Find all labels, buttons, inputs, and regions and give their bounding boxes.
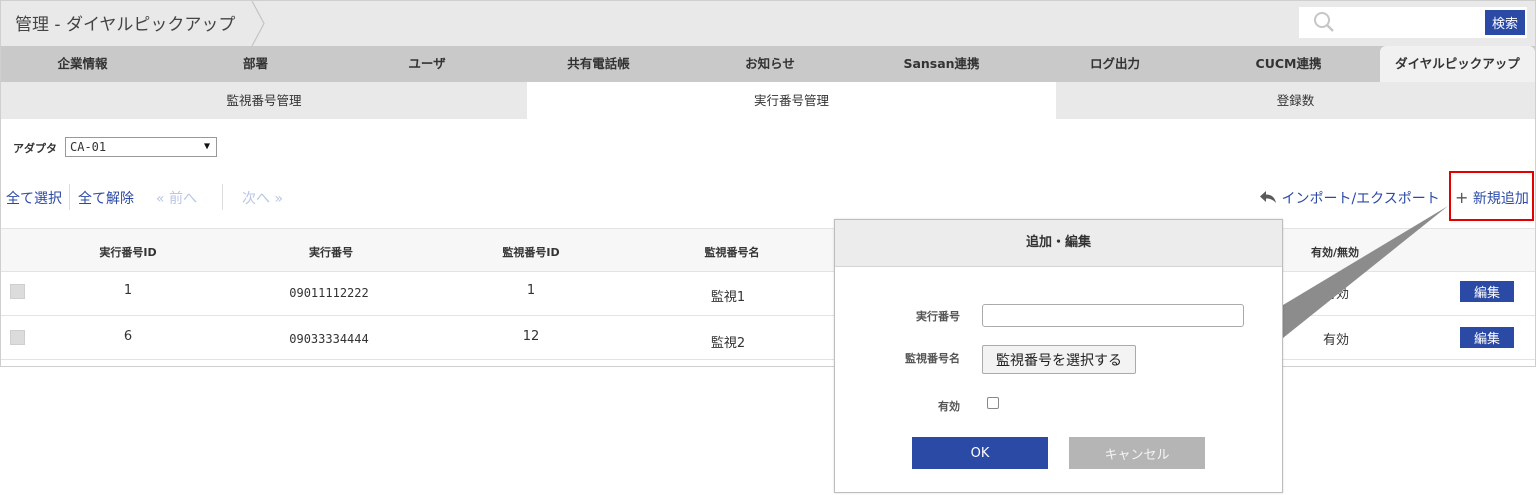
column-header-monitor-id: 監視番号ID [502,246,560,259]
exec-number-input[interactable] [982,304,1244,327]
prev-page-link[interactable]: « 前へ [156,188,197,208]
main-tab-bar: 企業情報 部署 ユーザ 共有電話帳 お知らせ Sansan連携 ログ出力 CUC… [1,46,1535,82]
column-header-status: 有効/無効 [1310,246,1360,259]
select-monitor-button[interactable]: 監視番号を選択する [982,345,1136,374]
app-root: 管理 - ダイヤルピックアップ 検索 企業情報 部署 ユーザ 共有電話帳 お知ら… [0,0,1536,495]
reply-arrow-icon [1260,191,1276,203]
tab-company-info[interactable]: 企業情報 [1,46,164,82]
tab-shared-phonebook[interactable]: 共有電話帳 [507,46,690,82]
deselect-all-link[interactable]: 全て解除 [78,188,134,208]
add-edit-dialog: 追加・編集 実行番号 監視番号名 監視番号を選択する 有効 OK キャンセル [834,219,1283,493]
toolbar-divider [222,184,223,210]
tab-users[interactable]: ユーザ [347,46,507,82]
breadcrumb-chevron-icon [251,1,265,46]
enabled-label: 有効 [938,400,960,413]
double-chevron-left-icon: « [156,191,165,207]
exec-id-cell: 1 [123,283,133,298]
adapter-selected-value: CA-01 [70,140,107,154]
import-export-link[interactable]: インポート/エクスポート [1259,188,1440,208]
double-chevron-right-icon: » [274,191,284,207]
adapter-select[interactable]: CA-01 ▼ [65,137,217,157]
breadcrumb: 管理 - ダイヤルピックアップ [15,15,236,35]
select-all-link[interactable]: 全て選択 [6,188,62,208]
sub-tab-bar: 監視番号管理 実行番号管理 登録数 [1,82,1535,119]
ok-button[interactable]: OK [912,437,1048,469]
monitor-id-cell: 1 [526,283,536,298]
highlight-box [1449,171,1534,221]
next-label: 次へ [242,191,270,207]
subtab-monitor-numbers[interactable]: 監視番号管理 [1,82,527,119]
adapter-label: アダプタ [13,142,57,155]
table-row: 1 09011112222 1 監視1 有効 編集 [1,272,1535,316]
next-page-link[interactable]: 次へ » [242,188,283,208]
edit-button[interactable]: 編集 [1460,327,1514,348]
column-header-monitor-name: 監視番号名 [704,246,760,259]
row-checkbox[interactable] [10,330,25,345]
search-input[interactable] [1339,10,1479,34]
tab-dial-pickup[interactable]: ダイヤルピックアップ [1380,46,1535,82]
search-button[interactable]: 検索 [1485,10,1525,35]
table-header: 実行番号ID 実行番号 監視番号ID 監視番号名 有効/無効 [1,228,1535,272]
enabled-checkbox[interactable] [987,397,999,409]
cancel-button[interactable]: キャンセル [1069,437,1205,469]
exec-id-cell: 6 [123,329,133,344]
exec-number-label: 実行番号 [916,310,960,323]
toolbar-divider [69,184,70,210]
exec-number-cell: 09011112222 [289,286,369,300]
row-checkbox[interactable] [10,284,25,299]
subtab-registration-count[interactable]: 登録数 [1056,82,1535,119]
admin-panel: 管理 - ダイヤルピックアップ 検索 企業情報 部署 ユーザ 共有電話帳 お知ら… [0,0,1536,367]
monitor-name-cell: 監視2 [710,336,746,351]
tab-cucm[interactable]: CUCM連携 [1197,46,1380,82]
search-box: 検索 [1299,7,1527,38]
dialog-title: 追加・編集 [835,220,1282,267]
prev-label: 前へ [169,191,198,207]
monitor-name-label: 監視番号名 [905,352,960,365]
monitor-id-cell: 12 [522,329,540,344]
tab-departments[interactable]: 部署 [164,46,347,82]
monitor-name-cell: 監視1 [710,290,746,305]
tab-sansan[interactable]: Sansan連携 [850,46,1033,82]
page-header: 管理 - ダイヤルピックアップ 検索 [1,1,1535,46]
exec-number-cell: 09033334444 [289,332,369,346]
tab-notices[interactable]: お知らせ [690,46,850,82]
status-cell: 有効 [1322,333,1350,348]
edit-button[interactable]: 編集 [1460,281,1514,302]
column-header-exec-id: 実行番号ID [99,246,157,259]
status-cell: 有効 [1322,287,1350,302]
import-export-label: インポート/エクスポート [1281,191,1440,207]
search-icon [1314,12,1334,32]
dropdown-arrow-icon: ▼ [203,141,210,152]
column-header-exec-number: 実行番号 [309,246,353,259]
tab-log-output[interactable]: ログ出力 [1033,46,1197,82]
subtab-exec-numbers[interactable]: 実行番号管理 [527,82,1056,119]
table-row: 6 09033334444 12 監視2 有効 編集 [1,316,1535,360]
